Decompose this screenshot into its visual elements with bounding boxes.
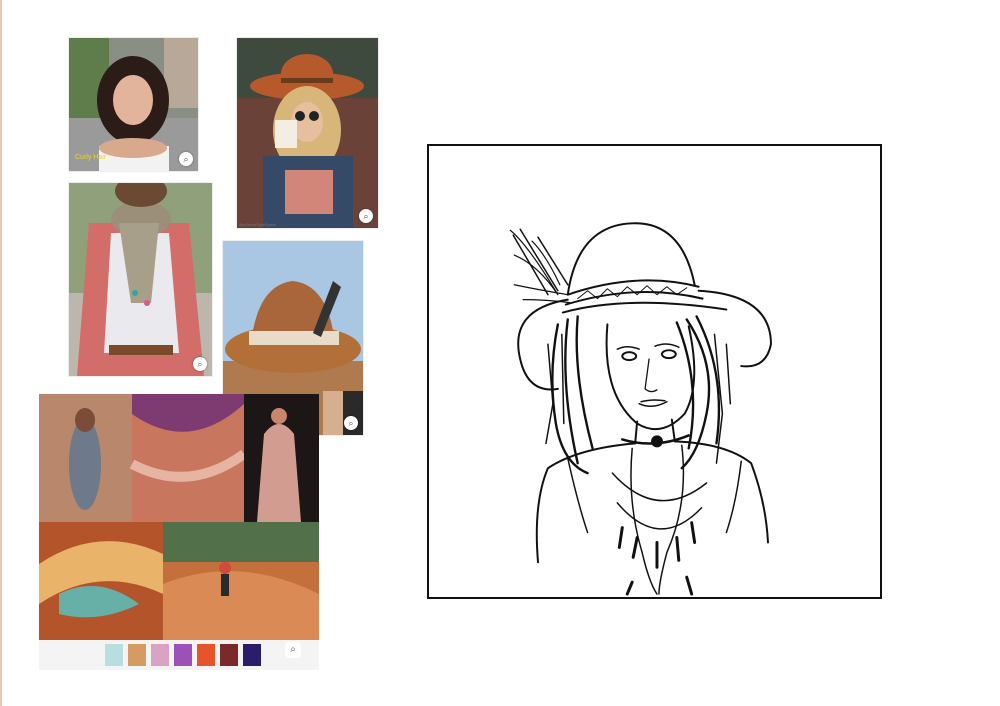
palette-swatch-3 — [151, 644, 169, 666]
visual-search-icon[interactable]: ⌕ — [193, 357, 207, 371]
hat-coffee-image — [237, 38, 378, 228]
palette-swatch-4 — [174, 644, 192, 666]
moodboard-collage — [39, 394, 319, 640]
palette-swatch-5 — [197, 644, 215, 666]
reference-photo-curly-hair[interactable]: Curly Hair ⌕ — [68, 37, 199, 172]
visual-search-icon[interactable]: ⌕ — [179, 152, 193, 166]
color-palette — [105, 644, 261, 666]
palette-swatch-7 — [243, 644, 261, 666]
reference-photo-hat-coffee[interactable]: ditaStreetStyleSpace ⌕ — [236, 37, 379, 229]
page-edge — [0, 0, 2, 706]
moodboard: ⌕ — [39, 394, 319, 670]
curly-hair-image — [69, 38, 198, 171]
sketch-drawing — [509, 222, 772, 596]
reference-photo-scarf[interactable]: ⌕ — [68, 182, 213, 377]
palette-swatch-2 — [128, 644, 146, 666]
visual-search-icon[interactable]: ⌕ — [359, 209, 373, 223]
scarf-image — [69, 183, 212, 376]
curly-hair-caption: Curly Hair — [75, 154, 107, 161]
character-sketch — [427, 144, 882, 599]
visual-search-icon[interactable]: ⌕ — [285, 642, 301, 658]
photo-credit: ditaStreetStyleSpace — [239, 222, 277, 227]
visual-search-icon[interactable]: ⌕ — [344, 416, 358, 430]
palette-swatch-6 — [220, 644, 238, 666]
palette-swatch-1 — [105, 644, 123, 666]
